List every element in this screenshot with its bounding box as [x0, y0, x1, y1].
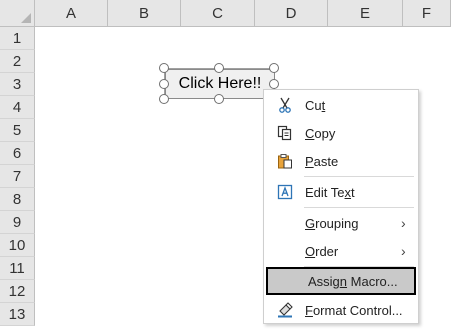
column-header-f[interactable]: F [403, 0, 451, 27]
resize-handle-top[interactable] [214, 63, 224, 73]
context-menu: Cut Copy Paste Edit Text Grouping › Orde… [263, 89, 419, 324]
copy-icon [265, 125, 305, 141]
chevron-right-icon: › [401, 215, 406, 231]
row-header-12[interactable]: 12 [0, 280, 35, 303]
row-header-2[interactable]: 2 [0, 50, 35, 73]
menu-item-label: Copy [305, 125, 336, 141]
menu-separator [304, 176, 414, 177]
select-all-corner[interactable] [0, 0, 35, 27]
menu-item-format-control[interactable]: Format Control... [265, 296, 417, 324]
column-header-b[interactable]: B [108, 0, 181, 27]
scissors-icon [265, 97, 305, 113]
paste-icon [265, 153, 305, 169]
row-header-11[interactable]: 11 [0, 257, 35, 280]
menu-item-copy[interactable]: Copy [265, 119, 417, 147]
row-header-9[interactable]: 9 [0, 211, 35, 234]
menu-item-assign-macro[interactable]: Assign Macro... [266, 267, 416, 295]
row-header-4[interactable]: 4 [0, 96, 35, 119]
edit-text-icon [265, 184, 305, 200]
row-header-5[interactable]: 5 [0, 119, 35, 142]
menu-item-label: Paste [305, 153, 339, 169]
resize-handle-left[interactable] [159, 79, 169, 89]
menu-item-edit-text[interactable]: Edit Text [265, 178, 417, 206]
column-headers: A B C D E F [35, 0, 451, 27]
resize-handle-top-left[interactable] [159, 63, 169, 73]
chevron-right-icon: › [401, 243, 406, 259]
row-header-3[interactable]: 3 [0, 73, 35, 96]
menu-item-label: Order [305, 243, 339, 259]
menu-item-label: Grouping [305, 215, 359, 231]
menu-item-label: Cut [305, 97, 326, 113]
row-headers: 1 2 3 4 5 6 7 8 9 10 11 12 13 [0, 27, 35, 326]
menu-separator [304, 207, 414, 208]
resize-handle-right[interactable] [269, 79, 279, 89]
menu-item-grouping[interactable]: Grouping › [265, 209, 417, 237]
menu-item-label: Format Control... [305, 302, 403, 318]
format-control-icon [265, 302, 305, 318]
menu-item-cut[interactable]: Cut [265, 91, 417, 119]
resize-handle-top-right[interactable] [269, 63, 279, 73]
row-header-1[interactable]: 1 [0, 27, 35, 50]
resize-handle-bottom-left[interactable] [159, 94, 169, 104]
select-all-triangle-icon [21, 13, 31, 23]
column-header-e[interactable]: E [328, 0, 403, 27]
row-header-8[interactable]: 8 [0, 188, 35, 211]
row-header-13[interactable]: 13 [0, 303, 35, 326]
column-header-a[interactable]: A [35, 0, 108, 27]
column-header-d[interactable]: D [255, 0, 328, 27]
menu-item-label: Edit Text [305, 184, 355, 200]
row-header-6[interactable]: 6 [0, 142, 35, 165]
row-header-7[interactable]: 7 [0, 165, 35, 188]
resize-handle-bottom[interactable] [214, 94, 224, 104]
menu-item-order[interactable]: Order › [265, 237, 417, 265]
row-header-10[interactable]: 10 [0, 234, 35, 257]
menu-item-paste[interactable]: Paste [265, 147, 417, 175]
column-header-c[interactable]: C [181, 0, 255, 27]
menu-item-label: Assign Macro... [308, 273, 398, 289]
